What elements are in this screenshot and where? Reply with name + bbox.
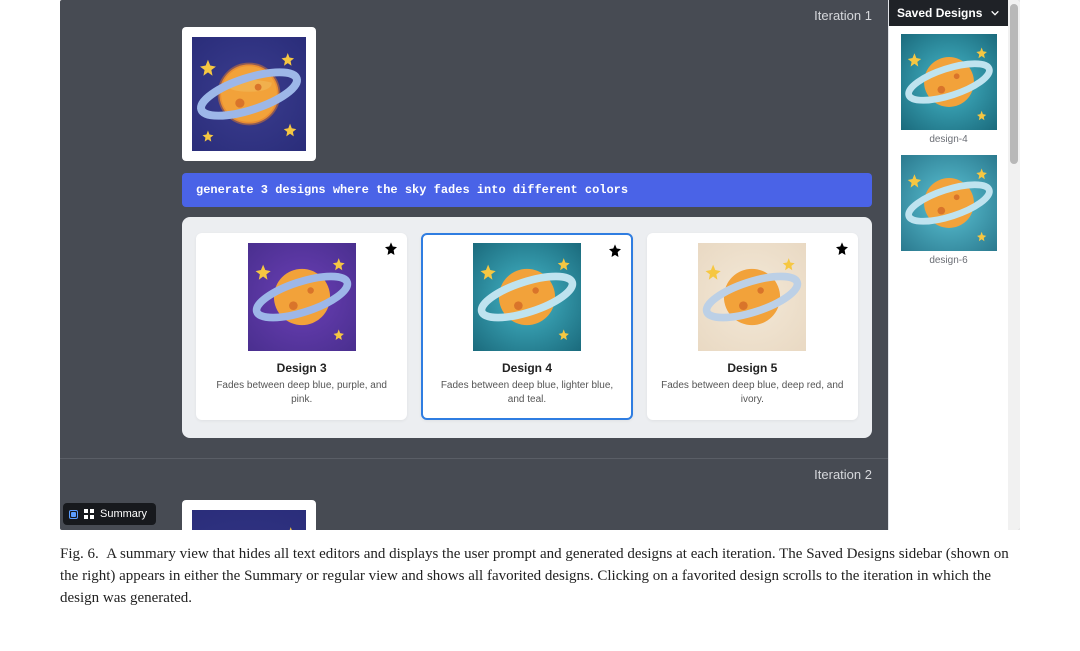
source-image-row — [60, 27, 888, 169]
chevron-down-icon — [990, 8, 1000, 18]
planet-icon — [698, 243, 806, 351]
saved-designs-toggle[interactable]: Saved Designs — [889, 0, 1008, 26]
result-title: Design 5 — [657, 361, 848, 375]
saved-item-label: design-4 — [899, 134, 998, 145]
favorite-star-icon[interactable] — [383, 241, 399, 257]
saved-item-design-4[interactable]: design-4 — [899, 34, 998, 145]
result-title: Design 4 — [431, 361, 622, 375]
results-panel: Design 3 Fades between deep blue, purple… — [182, 217, 872, 438]
planet-icon — [901, 155, 997, 251]
summary-toggle-button[interactable]: Summary — [63, 503, 156, 525]
user-prompt-bar: generate 3 designs where the sky fades i… — [182, 173, 872, 207]
saved-designs-list: design-4 — [889, 26, 1008, 284]
planet-icon — [901, 34, 997, 130]
planet-icon — [248, 243, 356, 351]
scrollbar-thumb[interactable] — [1010, 4, 1018, 164]
figure-caption: Fig. 6. A summary view that hides all te… — [60, 544, 1020, 609]
iteration-divider: Iteration 2 — [60, 458, 888, 488]
source-design-thumbnail-iter2[interactable] — [182, 500, 316, 530]
favorite-star-icon[interactable] — [834, 241, 850, 257]
result-card-design-5[interactable]: Design 5 Fades between deep blue, deep r… — [647, 233, 858, 420]
iteration-2-source-row — [60, 488, 888, 530]
app-window: Iteration 1 — [60, 0, 1020, 530]
planet-icon — [192, 510, 306, 530]
result-description: Fades between deep blue, purple, and pin… — [206, 379, 397, 406]
main-column: Iteration 1 — [60, 0, 888, 530]
source-design-thumbnail[interactable] — [182, 27, 316, 161]
iteration-2-label: Iteration 2 — [60, 459, 888, 482]
checkbox-icon — [69, 510, 78, 519]
planet-icon — [473, 243, 581, 351]
result-card-design-4[interactable]: Design 4 Fades between deep blue, lighte… — [421, 233, 632, 420]
saved-item-label: design-6 — [899, 255, 998, 266]
summary-label: Summary — [100, 508, 147, 520]
result-description: Fades between deep blue, lighter blue, a… — [431, 379, 622, 406]
favorite-star-icon[interactable] — [607, 243, 623, 259]
saved-item-design-6[interactable]: design-6 — [899, 155, 998, 266]
result-title: Design 3 — [206, 361, 397, 375]
grid-icon — [84, 509, 94, 519]
planet-icon — [192, 37, 306, 151]
saved-designs-label: Saved Designs — [897, 6, 982, 20]
result-card-design-3[interactable]: Design 3 Fades between deep blue, purple… — [196, 233, 407, 420]
result-description: Fades between deep blue, deep red, and i… — [657, 379, 848, 406]
saved-designs-sidebar: Saved Designs — [888, 0, 1008, 530]
vertical-scrollbar[interactable] — [1008, 0, 1020, 530]
iteration-1-label: Iteration 1 — [60, 0, 888, 27]
